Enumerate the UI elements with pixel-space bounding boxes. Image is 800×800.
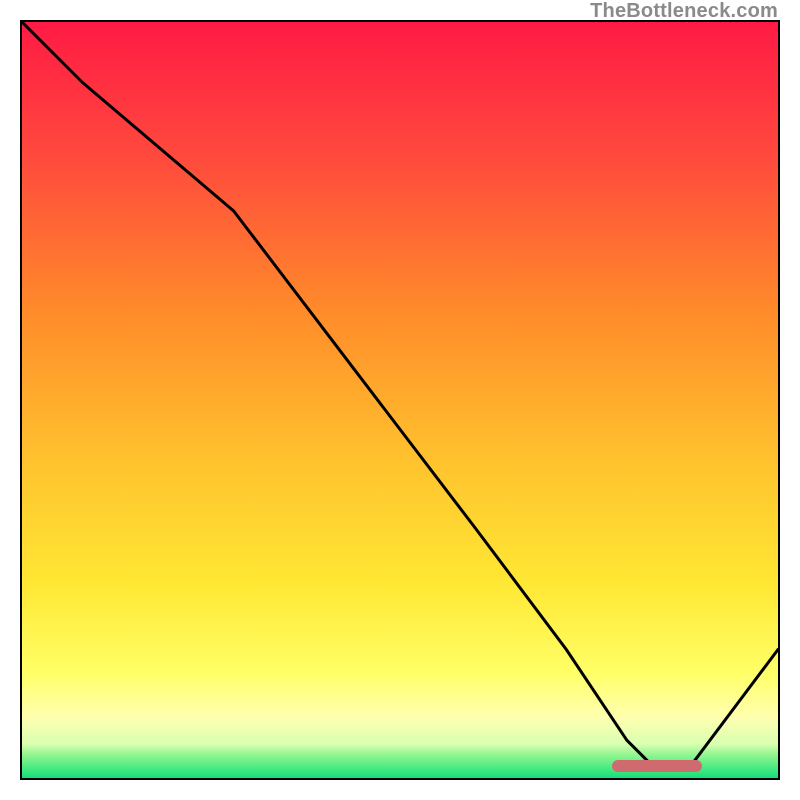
optimal-range-marker: [612, 760, 703, 772]
bottleneck-curve: [22, 22, 778, 778]
plot-area: [20, 20, 780, 780]
chart-container: TheBottleneck.com: [0, 0, 800, 800]
